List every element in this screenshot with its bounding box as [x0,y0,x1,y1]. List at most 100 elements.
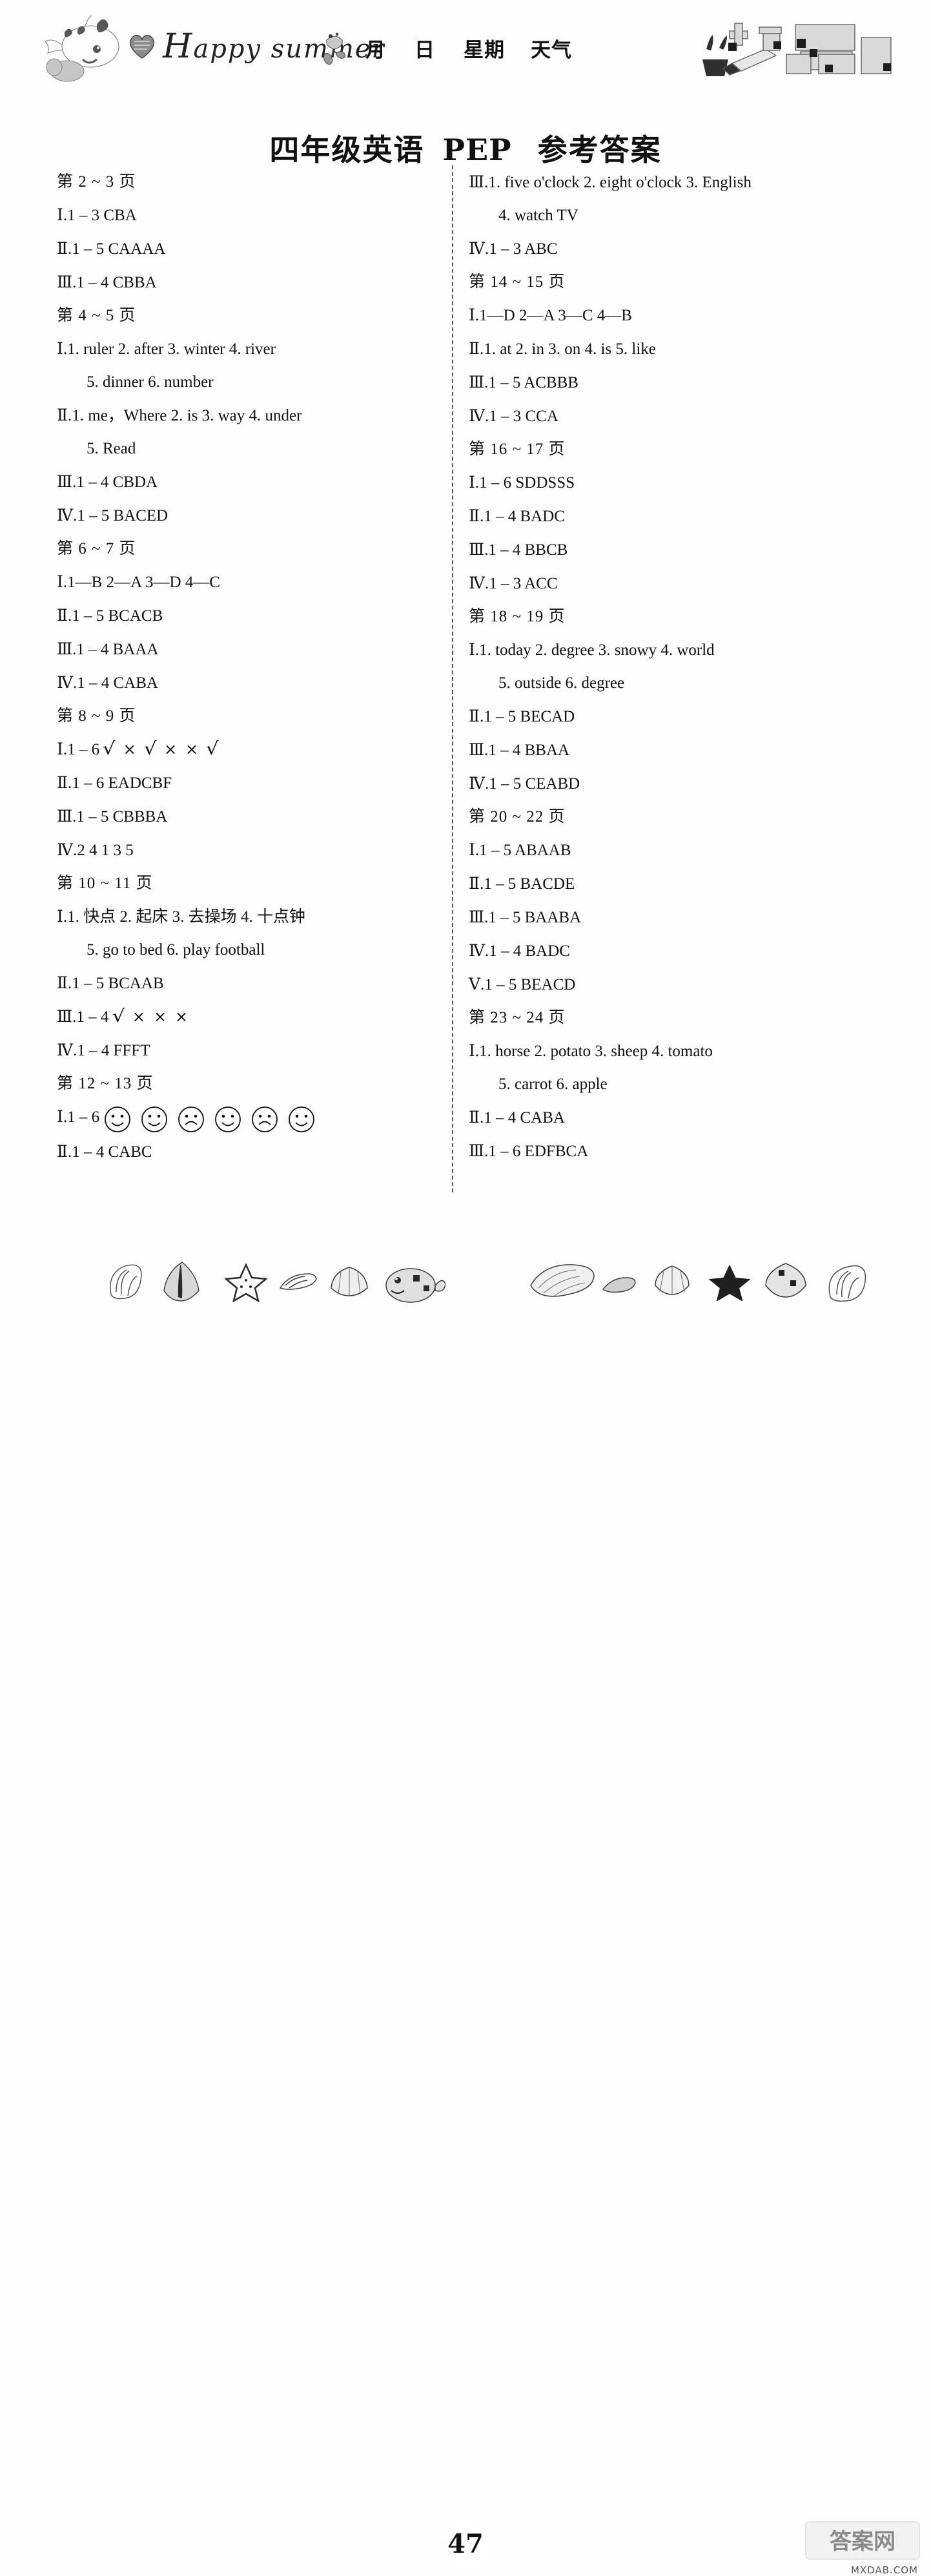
roman-numeral: Ⅳ [469,239,485,258]
roman-numeral: Ⅱ [469,339,480,358]
roman-numeral: Ⅰ [469,306,475,324]
field-weather: 天气 [531,39,572,62]
answer-line: Ⅱ.1 – 6 EADCBF [57,773,172,792]
answer-line: Ⅱ.1 – 5 BACDE [469,874,575,893]
page-title: 四年级英语 PEP 参考答案 [0,127,931,169]
answer-line: Ⅱ.1 – 5 BECAD [469,707,575,725]
answer-continuation: 5. outside 6. degree [498,674,625,692]
roman-numeral: Ⅰ [57,572,63,591]
smiley-sad-icon [178,1106,205,1132]
field-weekday: 星期 [464,39,505,62]
answer-continuation: 5. Read [87,440,136,457]
answer-line: Ⅳ.1 – 5 CEABD [469,774,580,793]
answer-line: Ⅳ.1 – 4 FFFT [57,1041,150,1059]
page-range-heading: 第 23 ~ 24 页 [469,1009,566,1026]
answer-line: Ⅰ.1. 快点 2. 起床 3. 去操场 4. 十点钟 [57,907,305,926]
answer-line: Ⅲ.1. five o'clock 2. eight o'clock 3. En… [469,172,752,191]
cross-mark-icon: × [153,1008,167,1026]
answer-line: Ⅰ.1 – 3 CBA [57,205,137,224]
cross-mark-icon: × [175,1008,189,1026]
shell-icon-6 [602,1277,636,1293]
roman-numeral: Ⅰ [469,840,475,859]
happy-holiday-logo [702,23,892,76]
smiley-happy-icon [215,1106,241,1132]
roman-numeral: Ⅳ [57,840,73,859]
check-mark-icon: √ [205,739,219,759]
roman-numeral: Ⅲ [57,639,73,658]
shell-icon-8 [765,1263,806,1298]
answer-continuation: 5. carrot 6. apple [498,1075,608,1093]
roman-numeral: Ⅲ [57,273,73,291]
roman-numeral: Ⅴ [469,975,481,993]
field-month: 月 [365,39,386,62]
roman-numeral: Ⅰ [469,640,475,659]
shell-icon-1 [110,1264,142,1300]
watermark-url: MXDAB.COM [850,2564,918,2576]
roman-numeral: Ⅳ [57,1041,73,1059]
heart-icon [129,34,155,59]
page-range-heading: 第 16 ~ 17 页 [469,441,566,458]
answer-continuation: 5. go to bed 6. play football [87,941,265,959]
check-mark-icon: √ [103,739,116,759]
title-label: 参考答案 [537,132,662,167]
roman-numeral: Ⅲ [469,373,485,391]
happy-summer-initial: H [163,27,194,66]
answer-line: Ⅰ.1 – 5 ABAAB [469,840,571,859]
answer-line: Ⅲ.1 – 5 ACBBB [469,373,578,391]
answer-line: Ⅱ.1. at 2. in 3. on 4. is 5. like [469,339,656,358]
answer-line: Ⅳ.1 – 5 BACED [57,506,169,525]
shell-icon-5 [530,1264,595,1298]
roman-numeral: Ⅲ [469,1141,485,1160]
answer-line: Ⅲ.1 – 4 BBAA [469,740,570,759]
roman-numeral: Ⅱ [57,773,68,792]
column-divider [452,165,453,1192]
page-footer: 47 答案网 MXDAB.COM [0,1253,931,2576]
answer-line: Ⅰ.1—B 2—A 3—D 4—C [57,572,220,591]
answer-column-right: Ⅲ.1. five o'clock 2. eight o'clock 3. En… [469,165,856,1168]
fish-illustration [385,1268,445,1303]
answer-line: Ⅲ.1 – 6 EDFBCA [469,1141,589,1160]
check-mark-icon: √ [143,739,157,759]
page-range-heading: 第 10 ~ 11 页 [57,875,153,892]
answer-line-marks: Ⅲ.1 – 4 √ × × × [57,1000,360,1034]
title-edition: PEP [442,132,512,167]
page-range-heading: 第 20 ~ 22 页 [469,808,566,826]
answer-continuation: 4. watch TV [498,207,578,224]
flower-icon [323,32,346,65]
shell-icon-2 [163,1262,200,1302]
answer-line: Ⅲ.1 – 4 BAAA [57,639,159,658]
roman-numeral: Ⅲ [57,807,73,826]
roman-numeral: Ⅱ [469,707,480,725]
answer-line: Ⅳ.1 – 3 CCA [469,406,558,425]
page-range-heading: 第 14 ~ 15 页 [469,273,566,291]
roman-numeral: Ⅲ [469,540,485,559]
roman-numeral: Ⅲ [469,172,485,191]
answer-column-left: 第 2 ~ 3 页 Ⅰ.1 – 3 CBA Ⅱ.1 – 5 CAAAA Ⅲ.1 – 4… [57,165,360,1169]
smiley-happy-icon [289,1106,315,1132]
starfish-icon-1 [225,1263,267,1302]
roman-numeral: Ⅱ [469,506,480,525]
answer-line: Ⅱ.1 – 5 CAAAA [57,239,166,258]
shell-icon-7 [655,1265,690,1295]
answer-line: Ⅲ.1 – 4 CBDA [57,472,158,491]
answer-line-marks: Ⅰ.1 – 6 √ × √ × × √ [57,732,360,766]
answer-line: Ⅲ.1 – 4 CBBA [57,273,157,291]
roman-numeral: Ⅲ [57,1007,73,1026]
roman-numeral: Ⅳ [469,574,485,592]
answer-line: Ⅲ.1 – 5 BAABA [469,908,582,926]
answer-line: Ⅳ.1 – 4 CABA [57,673,158,692]
roman-numeral: Ⅱ [57,239,68,258]
roman-numeral: Ⅱ [469,874,480,893]
field-day: 日 [414,39,435,62]
roman-numeral: Ⅳ [469,406,485,425]
date-fields: 月 日 星期 天气 [365,34,572,63]
answer-line: Ⅰ.1. horse 2. potato 3. sheep 4. tomato [469,1041,713,1060]
check-mark-icon: √ [112,1006,125,1026]
answer-line: Ⅰ.1. ruler 2. after 3. winter 4. river [57,339,276,358]
roman-numeral: Ⅱ [469,1108,480,1127]
roman-numeral: Ⅱ [57,1141,68,1161]
roman-numeral: Ⅱ [57,406,68,424]
title-grade-subject: 四年级英语 [269,132,425,167]
answer-line-faces: Ⅰ.1 – 6 [57,1100,360,1135]
answer-line: Ⅴ.1 – 5 BEACD [469,975,576,993]
